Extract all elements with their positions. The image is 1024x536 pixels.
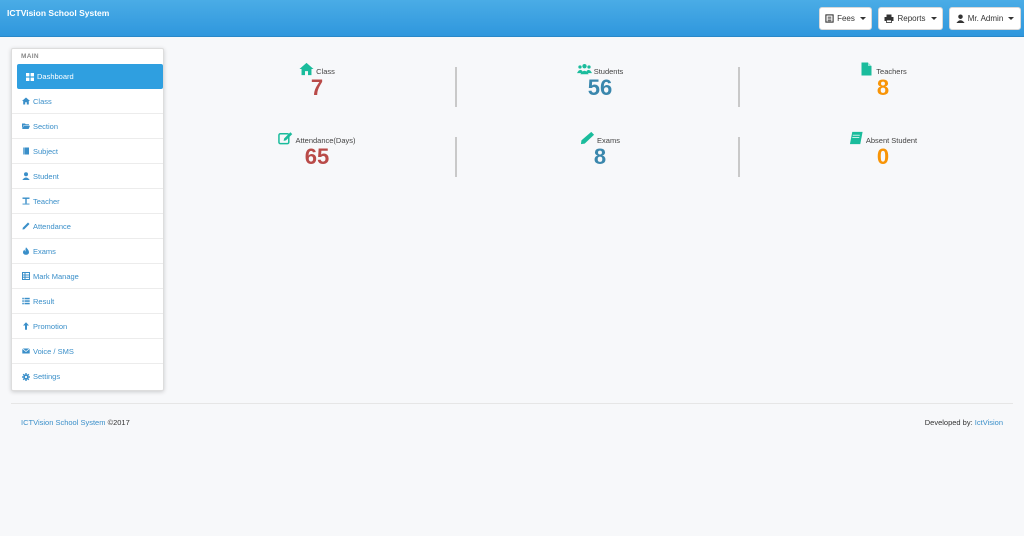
file-icon xyxy=(861,62,872,76)
sidebar: MAIN Dashboard Class Section Subject Stu… xyxy=(11,48,164,391)
reports-label: Reports xyxy=(897,14,926,23)
sidebar-item-section[interactable]: Section xyxy=(12,114,163,139)
caret-down-icon xyxy=(1008,17,1015,20)
stat-class: Class 7 xyxy=(227,62,407,100)
sidebar-item-class[interactable]: Class xyxy=(12,89,163,114)
top-navbar: ICTVision School System Fees Reports Mr.… xyxy=(0,0,1024,37)
sidebar-item-label: Exams xyxy=(33,246,56,256)
users-icon xyxy=(576,63,592,75)
sidebar-item-teacher[interactable]: Teacher xyxy=(12,189,163,214)
sidebar-item-mark-manage[interactable]: Mark Manage xyxy=(12,264,163,289)
fees-dropdown-button[interactable]: Fees xyxy=(819,7,872,30)
stat-value: 7 xyxy=(310,75,324,100)
stat-value: 8 xyxy=(593,144,607,169)
list-alt-icon xyxy=(825,14,834,23)
pencil-icon xyxy=(580,131,595,145)
pencil-icon xyxy=(22,222,30,230)
text-height-icon xyxy=(22,197,30,205)
sidebar-item-student[interactable]: Student xyxy=(12,164,163,189)
sidebar-item-label: Teacher xyxy=(33,196,60,206)
stat-absent-student: Absent Student 0 xyxy=(793,131,973,169)
sidebar-item-subject[interactable]: Subject xyxy=(12,139,163,164)
home-icon xyxy=(299,62,314,76)
folder-open-icon xyxy=(22,123,30,129)
stat-value: 56 xyxy=(587,75,613,100)
stat-value: 0 xyxy=(876,144,890,169)
user-icon xyxy=(956,14,965,23)
sidebar-item-dashboard[interactable]: Dashboard xyxy=(17,64,163,89)
app-brand[interactable]: ICTVision School System xyxy=(7,8,109,18)
arrow-up-icon xyxy=(23,322,29,330)
dashboard-icon xyxy=(26,72,34,81)
sidebar-item-attendance[interactable]: Attendance xyxy=(12,214,163,239)
fire-icon xyxy=(23,247,29,255)
sidebar-item-label: Result xyxy=(33,296,55,306)
sidebar-item-settings[interactable]: Settings xyxy=(12,364,163,389)
sidebar-item-label: Attendance xyxy=(33,221,71,231)
gear-icon xyxy=(22,372,30,381)
footer-copyright-year: ©2017 xyxy=(105,418,130,427)
reports-dropdown-button[interactable]: Reports xyxy=(878,7,943,30)
stat-divider xyxy=(738,137,740,177)
stat-label: Absent Student xyxy=(865,136,918,145)
stat-divider xyxy=(455,137,457,177)
sidebar-item-exams[interactable]: Exams xyxy=(12,239,163,264)
sidebar-item-label: Mark Manage xyxy=(33,271,79,281)
user-label: Mr. Admin xyxy=(967,14,1004,23)
user-dropdown-button[interactable]: Mr. Admin xyxy=(949,7,1021,30)
sidebar-item-label: Voice / SMS xyxy=(33,346,74,356)
sidebar-header: MAIN xyxy=(21,53,39,60)
fees-label: Fees xyxy=(837,14,855,23)
sidebar-item-label: Dashboard xyxy=(37,72,74,81)
sidebar-item-label: Student xyxy=(33,171,59,181)
sidebar-item-label: Subject xyxy=(33,146,59,156)
user-icon xyxy=(22,172,30,180)
sidebar-item-promotion[interactable]: Promotion xyxy=(12,314,163,339)
book-icon xyxy=(849,131,863,145)
stat-exams: Exams 8 xyxy=(510,131,690,169)
stat-attendance-days: Attendance(Days) 65 xyxy=(227,131,407,169)
home-icon xyxy=(22,97,30,105)
footer-developer: Developed by: IctVision xyxy=(925,418,1003,427)
footer-brand-link[interactable]: ICTVision School System xyxy=(21,418,105,427)
stat-divider xyxy=(455,67,457,107)
edit-icon xyxy=(278,132,293,145)
print-icon xyxy=(884,14,894,23)
footer-divider xyxy=(11,403,1013,404)
sidebar-item-label: Class xyxy=(33,96,52,106)
sidebar-item-result[interactable]: Result xyxy=(12,289,163,314)
stat-value: 8 xyxy=(876,75,890,100)
stat-value: 65 xyxy=(304,144,330,169)
sidebar-item-voice-sms[interactable]: Voice / SMS xyxy=(12,339,163,364)
caret-down-icon xyxy=(930,17,937,20)
sidebar-item-label: Section xyxy=(33,121,59,131)
stat-divider xyxy=(738,67,740,107)
table-icon xyxy=(22,272,30,280)
list-icon xyxy=(22,297,30,305)
stat-students: Students 56 xyxy=(510,62,690,100)
sidebar-item-label: Settings xyxy=(33,372,61,381)
envelope-icon xyxy=(22,348,30,354)
sidebar-item-label: Promotion xyxy=(33,321,68,331)
footer-developer-link[interactable]: IctVision xyxy=(975,418,1003,427)
footer-copyright: ICTVision School System ©2017 xyxy=(21,418,130,427)
sidebar-menu: Dashboard Class Section Subject Student … xyxy=(12,64,163,389)
book-icon xyxy=(23,147,29,155)
caret-down-icon xyxy=(859,17,866,20)
footer-developed-by-label: Developed by: xyxy=(924,418,975,427)
stat-teachers: Teachers 8 xyxy=(793,62,973,100)
